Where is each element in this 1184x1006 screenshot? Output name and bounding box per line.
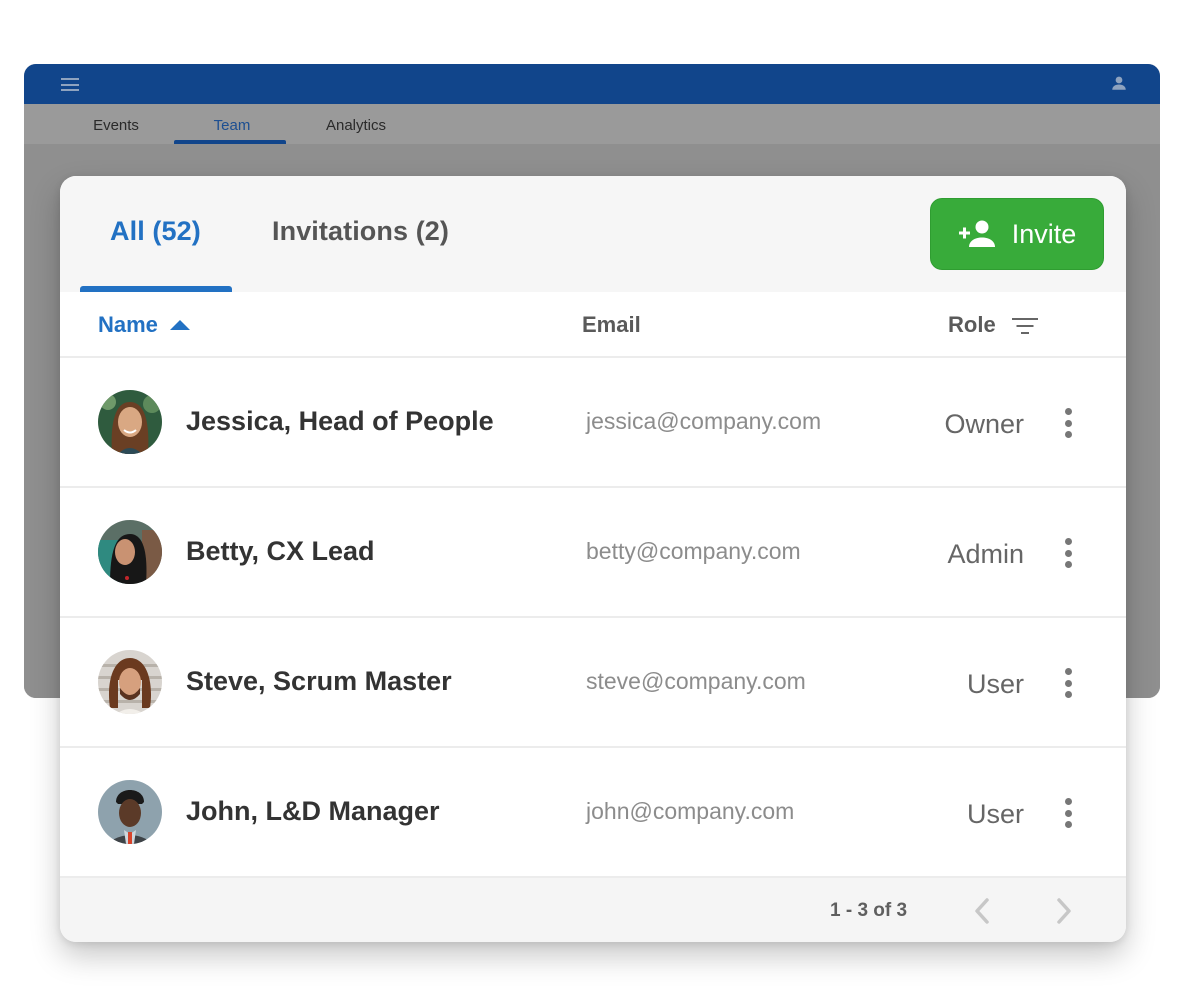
table-row[interactable]: Betty, CX Lead betty@company.com Admin xyxy=(60,488,1126,618)
app-nav-tabs: Events Team Analytics xyxy=(24,104,1160,144)
member-role[interactable]: User xyxy=(967,799,1024,830)
invite-button-label: Invite xyxy=(1011,218,1077,249)
avatar-photo-jessica xyxy=(98,390,162,454)
member-email: betty@company.com xyxy=(586,538,801,564)
member-role[interactable]: User xyxy=(967,669,1024,700)
nav-tab-team[interactable]: Team xyxy=(190,104,274,144)
avatar-photo-steve xyxy=(98,650,162,714)
table-row[interactable]: Steve, Scrum Master steve@company.com Us… xyxy=(60,618,1126,748)
column-header-email[interactable]: Email xyxy=(582,312,641,338)
column-header-role-label: Role xyxy=(948,312,996,337)
member-email: steve@company.com xyxy=(586,668,806,694)
nav-tab-analytics[interactable]: Analytics xyxy=(308,104,404,144)
card-header: All (52) Invitations (2) Invite xyxy=(60,176,1126,292)
avatar-photo-john xyxy=(98,780,162,844)
avatar xyxy=(98,390,162,454)
avatar xyxy=(98,780,162,844)
member-name: Betty, CX Lead xyxy=(186,536,375,566)
filter-icon[interactable] xyxy=(1011,314,1038,336)
table-header: Name Email Role xyxy=(60,292,1126,358)
more-options-icon[interactable] xyxy=(1058,796,1078,830)
column-header-name[interactable]: Name xyxy=(98,312,190,338)
member-email: jessica@company.com xyxy=(586,408,822,434)
sort-ascending-icon xyxy=(169,320,190,330)
chevron-left-icon[interactable] xyxy=(970,896,996,926)
table-row[interactable]: John, L&D Manager john@company.com User xyxy=(60,748,1126,878)
add-person-icon xyxy=(958,220,995,247)
avatar xyxy=(98,520,162,584)
pagination-info: 1 - 3 of 3 xyxy=(830,900,908,921)
menu-icon[interactable] xyxy=(61,78,79,91)
more-options-icon[interactable] xyxy=(1058,406,1078,440)
team-card: All (52) Invitations (2) Invite Name Ema… xyxy=(60,176,1126,942)
more-options-icon[interactable] xyxy=(1058,536,1078,570)
table-row[interactable]: Jessica, Head of People jessica@company.… xyxy=(60,358,1126,488)
invite-button[interactable]: Invite xyxy=(930,198,1104,270)
tab-all[interactable]: All (52) xyxy=(110,216,201,247)
chevron-right-icon[interactable] xyxy=(1050,896,1076,926)
avatar xyxy=(98,650,162,714)
app-header xyxy=(24,64,1160,104)
member-role[interactable]: Owner xyxy=(944,409,1024,440)
column-header-name-label: Name xyxy=(98,312,158,337)
account-icon[interactable] xyxy=(1110,74,1128,92)
more-options-icon[interactable] xyxy=(1058,666,1078,700)
member-role[interactable]: Admin xyxy=(947,539,1024,570)
column-header-role: Role xyxy=(948,312,1038,338)
member-name: Jessica, Head of People xyxy=(186,406,494,436)
nav-tab-events[interactable]: Events xyxy=(76,104,156,144)
tab-invitations[interactable]: Invitations (2) xyxy=(272,216,449,247)
member-name: Steve, Scrum Master xyxy=(186,666,452,696)
member-email: john@company.com xyxy=(586,798,795,824)
table-footer: 1 - 3 of 3 xyxy=(60,878,1126,942)
member-name: John, L&D Manager xyxy=(186,796,440,826)
avatar-photo-betty xyxy=(98,520,162,584)
